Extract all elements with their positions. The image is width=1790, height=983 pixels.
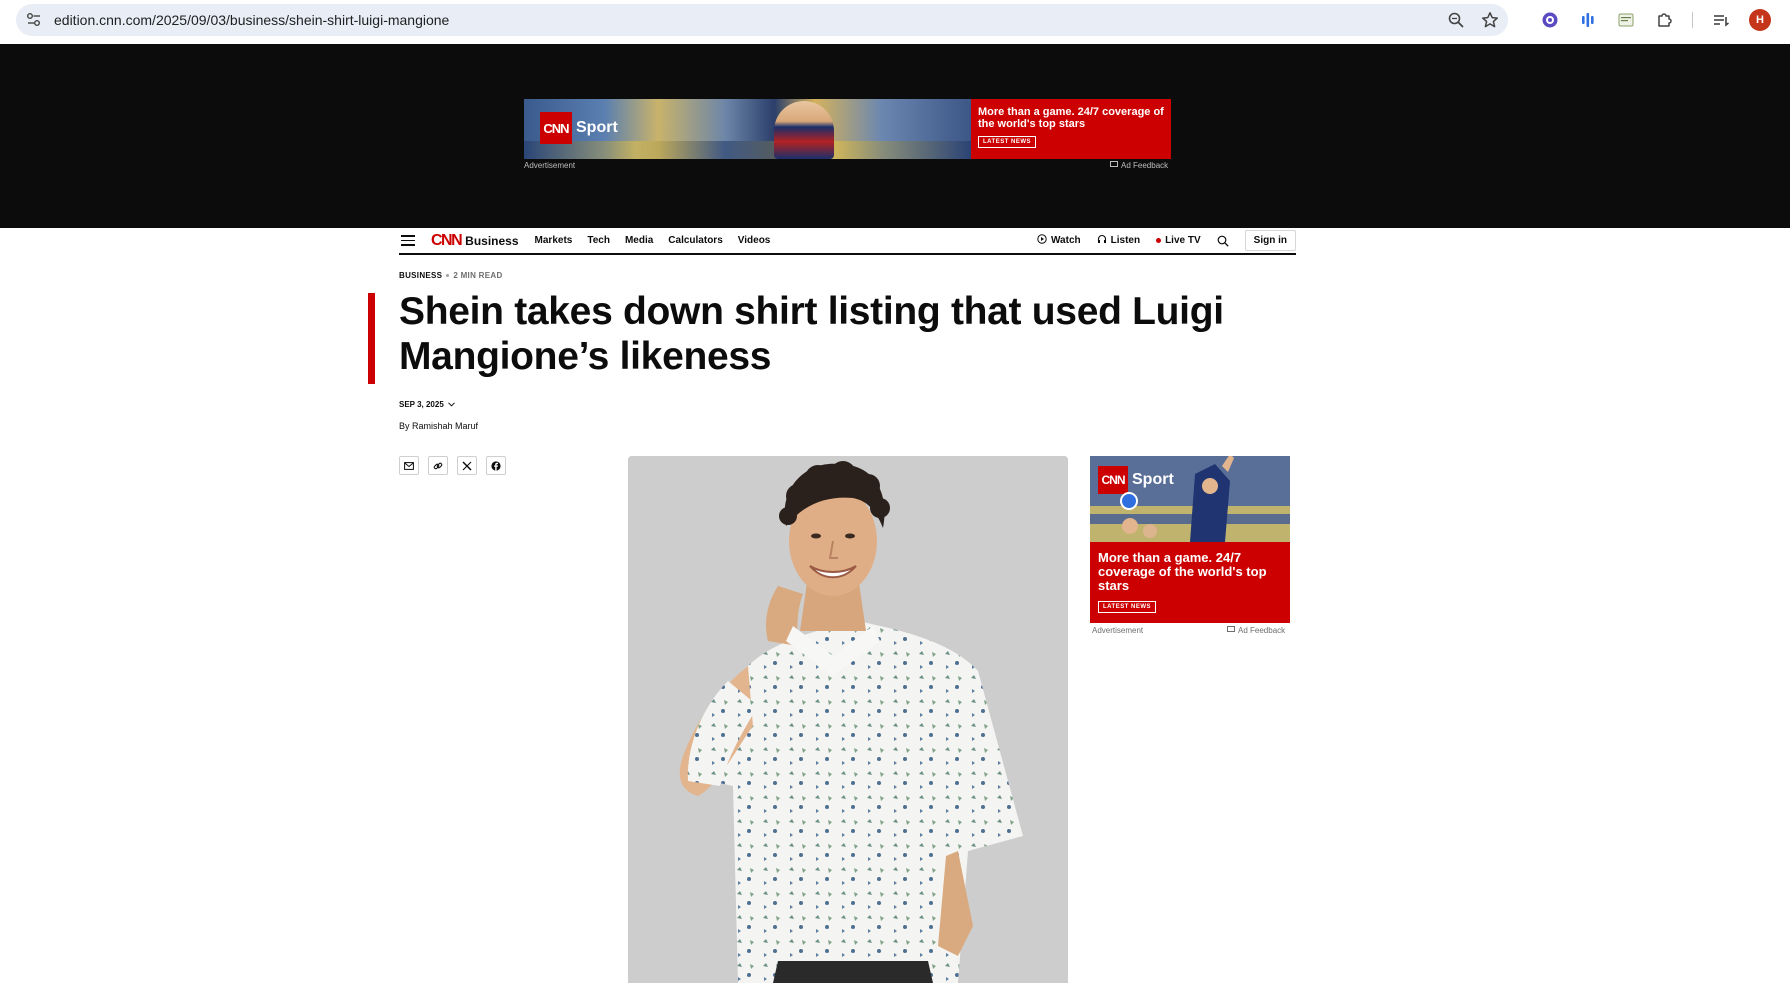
side-ad-cnn-sport-logo: CNN Sport — [1098, 466, 1174, 494]
ad-band: CNN Sport More than a game. 24/7 coverag… — [0, 44, 1790, 228]
reading-list-icon[interactable] — [1711, 10, 1731, 30]
nav-link-calculators[interactable]: Calculators — [668, 235, 722, 246]
listen-label: Listen — [1110, 235, 1141, 246]
site-nav: CNN Business Markets Tech Media Calculat… — [399, 228, 1296, 255]
headphones-icon — [1097, 234, 1107, 247]
extension-2-icon[interactable] — [1578, 10, 1598, 30]
side-ad-tagline: More than a game. 24/7 coverage of the w… — [1098, 550, 1267, 593]
nav-link-tech[interactable]: Tech — [587, 235, 610, 246]
zoom-icon[interactable] — [1446, 10, 1466, 30]
ad-feedback-label: Ad Feedback — [1121, 161, 1169, 170]
x-icon[interactable] — [457, 456, 477, 475]
live-tv-link[interactable]: Live TV — [1156, 235, 1201, 246]
ad-tagline: More than a game. 24/7 coverage of the w… — [978, 106, 1164, 130]
link-icon[interactable] — [428, 456, 448, 475]
search-icon[interactable] — [1217, 235, 1229, 247]
cnn-logo: CNN — [431, 231, 463, 249]
date-text: SEP 3, 2025 — [399, 400, 444, 409]
byline[interactable]: By Ramishah Maruf — [399, 421, 478, 431]
nav-link-markets[interactable]: Markets — [535, 235, 573, 246]
nav-link-media[interactable]: Media — [625, 235, 653, 246]
address-bar[interactable]: edition.cnn.com/2025/09/03/business/shei… — [16, 4, 1508, 36]
side-ad-photo: CNN Sport — [1090, 456, 1290, 542]
side-ad-copy-panel: More than a game. 24/7 coverage of the w… — [1090, 542, 1290, 623]
headline-accent-bar — [368, 293, 375, 384]
extension-3-icon[interactable] — [1616, 10, 1636, 30]
live-dot-icon — [1156, 238, 1162, 243]
menu-icon[interactable] — [401, 235, 415, 246]
section-label[interactable]: BUSINESS — [399, 271, 442, 280]
sign-in-button[interactable]: Sign in — [1244, 230, 1296, 251]
listen-link[interactable]: Listen — [1097, 234, 1140, 247]
article-date[interactable]: SEP 3, 2025 — [399, 400, 455, 409]
facebook-icon[interactable] — [486, 456, 506, 475]
sidebar-ad[interactable]: CNN Sport More than a game. 24/7 coverag… — [1090, 456, 1290, 623]
toolbar-divider — [1692, 12, 1693, 28]
article-hero-image[interactable] — [628, 456, 1068, 983]
page-title: Shein takes down shirt listing that used… — [399, 290, 1224, 378]
read-time: 2 MIN READ — [453, 271, 503, 280]
tune-icon[interactable] — [25, 11, 43, 29]
cnn-business-logo[interactable]: CNN Business — [431, 232, 519, 250]
feedback-icon — [1227, 626, 1235, 635]
watch-label: Watch — [1050, 235, 1081, 246]
bookmark-star-icon[interactable] — [1480, 10, 1500, 30]
audio-widget-icon[interactable] — [1120, 492, 1138, 510]
ad-copy-panel: More than a game. 24/7 coverage of the w… — [971, 99, 1171, 159]
live-tv-label: Live TV — [1165, 235, 1201, 246]
side-ad-latest-news-button[interactable]: LATEST NEWS — [1098, 601, 1157, 613]
ad-latest-news-button[interactable]: LATEST NEWS — [978, 136, 1037, 148]
browser-toolbar: edition.cnn.com/2025/09/03/business/shei… — [0, 0, 1790, 44]
chevron-down-icon — [447, 400, 455, 409]
side-ad-feedback-label: Ad Feedback — [1238, 626, 1286, 635]
man-in-floral-shirt-photo — [628, 456, 1068, 983]
ad-cnn-sport-logo: CNN Sport — [540, 112, 618, 144]
watch-link[interactable]: Watch — [1037, 234, 1081, 247]
nav-link-videos[interactable]: Videos — [738, 235, 771, 246]
kicker-separator — [446, 274, 450, 277]
email-icon[interactable] — [399, 456, 419, 475]
ad-label: Advertisement — [524, 161, 576, 170]
leaderboard-ad[interactable]: CNN Sport More than a game. 24/7 coverag… — [524, 99, 1171, 159]
extension-1-icon[interactable] — [1540, 10, 1560, 30]
play-circle-icon — [1037, 234, 1047, 247]
share-bar — [399, 456, 506, 475]
side-ad-feedback-link[interactable]: Ad Feedback — [1227, 626, 1285, 635]
ad-feedback-link[interactable]: Ad Feedback — [1110, 161, 1168, 170]
article-kicker: BUSINESS 2 MIN READ — [399, 271, 503, 280]
url-text[interactable]: edition.cnn.com/2025/09/03/business/shei… — [54, 12, 449, 28]
profile-avatar[interactable]: H — [1749, 9, 1771, 31]
ad-photo: CNN Sport — [524, 99, 971, 159]
extensions-puzzle-icon[interactable] — [1654, 10, 1674, 30]
side-ad-label: Advertisement — [1092, 626, 1144, 635]
section-name: Business — [465, 233, 519, 248]
feedback-icon — [1110, 161, 1118, 170]
